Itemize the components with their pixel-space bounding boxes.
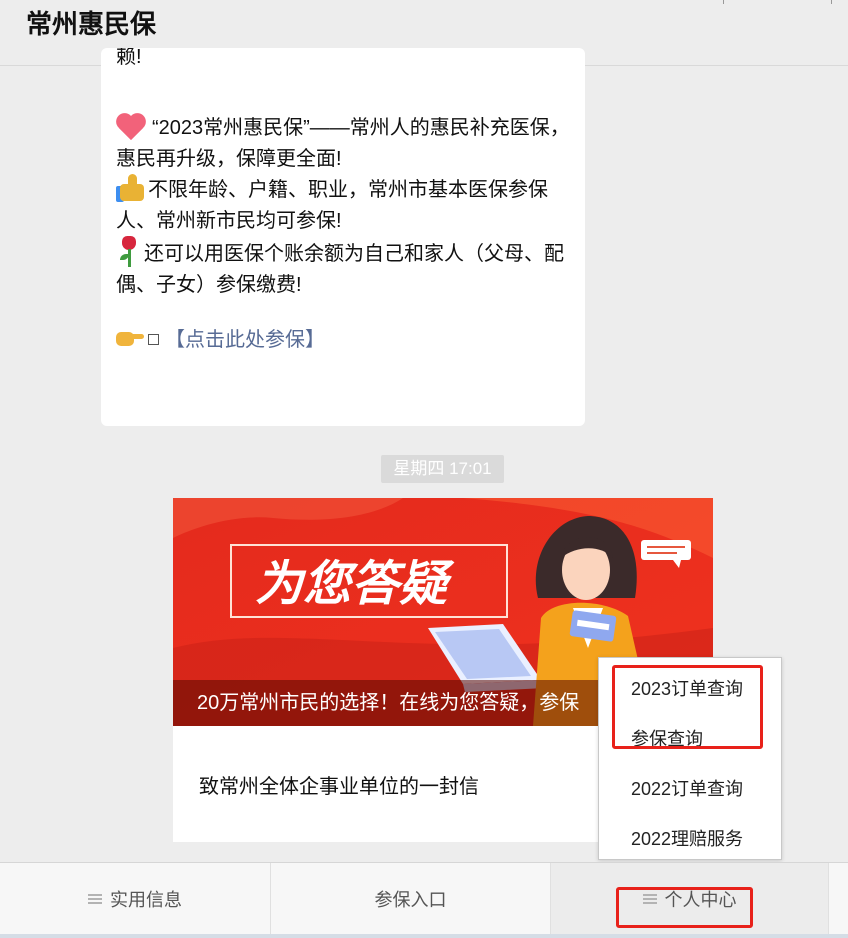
cover-headline: 为您答疑 (255, 556, 455, 612)
message-text-cut: 赖! (116, 48, 142, 68)
missing-glyph-icon (148, 334, 159, 345)
menu-tab-personal-center[interactable]: 个人中心 (550, 863, 828, 935)
message-bubble: 赖! “2023常州惠民保”——常州人的惠民补充医保，惠民再升级，保障更全面! … (101, 48, 585, 426)
article-subitem-title[interactable]: 致常州全体企事业单位的一封信 (199, 770, 479, 799)
message-line-3: 还可以用医保个账余额为自己和家人（父母、配偶、子女）参保缴费! (116, 243, 564, 296)
pointing-hand-icon (116, 328, 146, 348)
menu-tab-enroll-entry[interactable]: 参保入口 (270, 863, 550, 935)
message-paragraph-3: 还可以用医保个账余额为自己和家人（父母、配偶、子女）参保缴费! (116, 236, 576, 301)
message-line-2: 不限年龄、户籍、职业，常州市基本医保参保人、常州新市民均可参保! (116, 179, 548, 232)
menu-tab-label: 参保入口 (374, 890, 447, 910)
menu-tab-label: 个人中心 (664, 890, 737, 910)
heart-icon (116, 112, 148, 138)
thumbs-up-icon (116, 174, 148, 202)
message-paragraph-2: 不限年龄、户籍、职业，常州市基本医保参保人、常州新市民均可参保! (116, 174, 576, 237)
header-divider (723, 0, 724, 4)
menu-item-2022-claim-service[interactable]: 2022理赔服务 (631, 825, 743, 851)
rose-icon (116, 236, 142, 268)
menu-tab-label: 实用信息 (110, 890, 182, 910)
menu-item-2022-order-query[interactable]: 2022订单查询 (631, 775, 743, 801)
message-paragraph-4: 【点击此处参保】 (116, 325, 576, 356)
menu-lines-icon (88, 894, 102, 904)
menu-tab-useful-info[interactable]: 实用信息 (0, 863, 270, 935)
timestamp: 星期四 17:01 (381, 455, 504, 483)
enroll-link[interactable]: 【点击此处参保】 (165, 329, 325, 351)
menu-divider (828, 863, 829, 935)
menu-item-enrollment-query[interactable]: 参保查询 (631, 725, 703, 751)
bottom-menu-bar: 实用信息 参保入口 个人中心 (0, 862, 848, 938)
window-bottom-edge (0, 934, 848, 938)
chat-title: 常州惠民保 (26, 9, 157, 39)
message-paragraph-1: “2023常州惠民保”——常州人的惠民补充医保，惠民再升级，保障更全面! (116, 112, 576, 175)
header-divider (831, 0, 832, 4)
personal-center-submenu: 2023订单查询 参保查询 2022订单查询 2022理赔服务 (598, 657, 782, 860)
menu-lines-icon (642, 894, 657, 904)
menu-item-2023-order-query[interactable]: 2023订单查询 (631, 675, 743, 701)
message-line-1: “2023常州惠民保”——常州人的惠民补充医保，惠民再升级，保障更全面! (116, 117, 570, 170)
